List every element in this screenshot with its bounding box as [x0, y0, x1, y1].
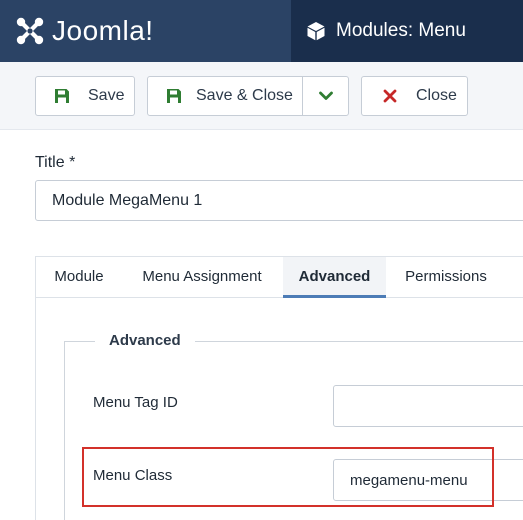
brand-area[interactable]: Joomla!: [0, 0, 291, 62]
title-input[interactable]: [35, 180, 523, 221]
floppy-disk-icon: [55, 89, 69, 103]
page-title: Modules: Menu: [306, 0, 466, 62]
tab-bar: Module Menu Assignment Advanced Permissi…: [36, 257, 523, 298]
floppy-disk-icon: [167, 89, 181, 103]
save-and-close-button[interactable]: Save & Close: [147, 76, 303, 116]
tab-menu-assignment[interactable]: Menu Assignment: [122, 257, 282, 298]
tab-permissions[interactable]: Permissions: [386, 257, 506, 298]
joomla-logo-icon: [16, 17, 44, 45]
menu-class-label: Menu Class: [93, 467, 173, 484]
app-header: Joomla! Modules: Menu: [0, 0, 523, 62]
save-button-label: Save: [88, 87, 125, 104]
toolbar: Save Save & Close Close: [0, 62, 523, 130]
tab-advanced[interactable]: Advanced: [283, 257, 386, 298]
save-and-close-label: Save & Close: [196, 87, 293, 104]
chevron-down-icon: [318, 91, 333, 100]
fieldset-legend: Advanced: [95, 332, 195, 349]
menu-tag-id-label: Menu Tag ID: [93, 394, 178, 411]
tabs-panel: Module Menu Assignment Advanced Permissi…: [35, 256, 523, 520]
close-button-label: Close: [416, 87, 457, 104]
save-button[interactable]: Save: [35, 76, 135, 116]
tab-module[interactable]: Module: [36, 257, 122, 298]
page-title-text: Modules: Menu: [336, 20, 466, 41]
menu-class-input[interactable]: [333, 459, 523, 501]
save-options-dropdown-button[interactable]: [302, 76, 349, 116]
title-label: Title *: [35, 154, 76, 171]
cube-icon: [307, 22, 325, 41]
close-button[interactable]: Close: [361, 76, 468, 116]
menu-tag-id-input[interactable]: [333, 385, 523, 427]
brand-name: Joomla!: [52, 15, 154, 46]
x-icon: [383, 89, 397, 103]
